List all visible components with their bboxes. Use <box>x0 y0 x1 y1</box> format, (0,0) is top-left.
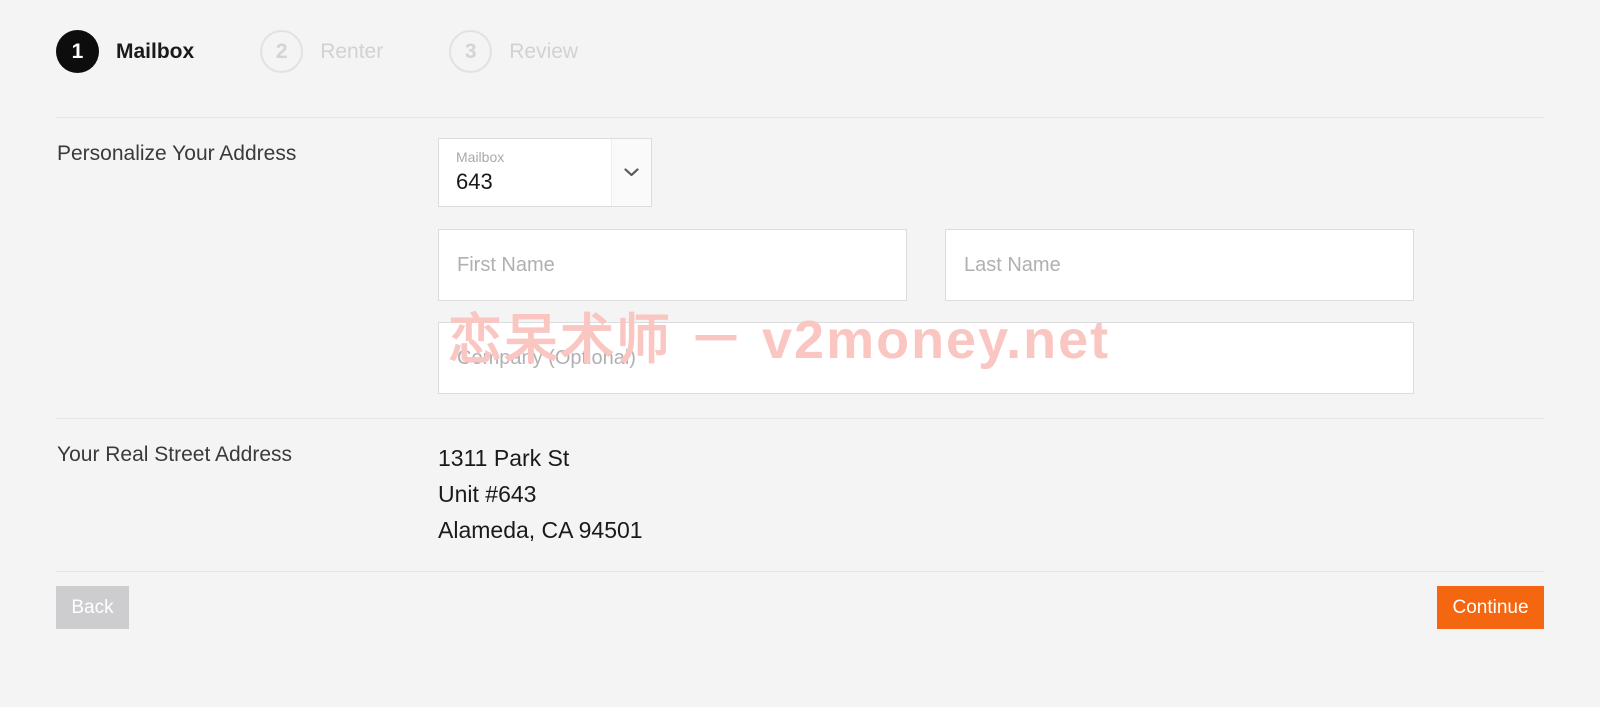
chevron-down-icon <box>624 168 639 177</box>
divider-top <box>56 117 1544 118</box>
company-input[interactable]: Company (Optional) <box>438 322 1414 394</box>
mailbox-select[interactable]: Mailbox 643 <box>438 138 652 207</box>
real-street-address-value: 1311 Park St Unit #643 Alameda, CA 94501 <box>438 440 643 548</box>
last-name-input[interactable]: Last Name <box>945 229 1414 301</box>
step-label-renter: Renter <box>320 39 384 63</box>
address-line-3: Alameda, CA 94501 <box>438 517 643 543</box>
continue-button[interactable]: Continue <box>1437 586 1544 629</box>
first-name-input[interactable]: First Name <box>438 229 907 301</box>
personalize-address-label: Personalize Your Address <box>57 142 297 165</box>
mailbox-select-arrow-area[interactable] <box>611 139 651 206</box>
mailbox-select-text: Mailbox 643 <box>439 139 611 206</box>
step-label-mailbox: Mailbox <box>116 39 195 63</box>
divider-bottom <box>56 571 1544 572</box>
company-placeholder: Company (Optional) <box>457 346 636 369</box>
real-street-address-label: Your Real Street Address <box>57 443 293 466</box>
checkout-page: 1 Mailbox 2 Renter 3 Review Personalize … <box>0 0 1600 707</box>
progress-stepper: 1 Mailbox 2 Renter 3 Review <box>56 30 578 73</box>
divider-middle <box>56 418 1544 419</box>
step-mailbox[interactable]: 1 Mailbox <box>56 30 194 73</box>
step-renter[interactable]: 2 Renter <box>260 30 383 73</box>
address-line-2: Unit #643 <box>438 481 537 507</box>
step-review[interactable]: 3 Review <box>449 30 578 73</box>
step-number-badge-3: 3 <box>449 30 493 73</box>
step-label-review: Review <box>509 39 579 63</box>
step-number-badge-1: 1 <box>56 30 99 73</box>
address-line-1: 1311 Park St <box>438 445 570 471</box>
back-button[interactable]: Back <box>56 586 129 629</box>
last-name-placeholder: Last Name <box>964 253 1061 276</box>
mailbox-select-value: 643 <box>456 169 493 194</box>
first-name-placeholder: First Name <box>457 253 555 276</box>
step-number-badge-2: 2 <box>260 30 304 73</box>
mailbox-select-label: Mailbox <box>456 149 505 165</box>
